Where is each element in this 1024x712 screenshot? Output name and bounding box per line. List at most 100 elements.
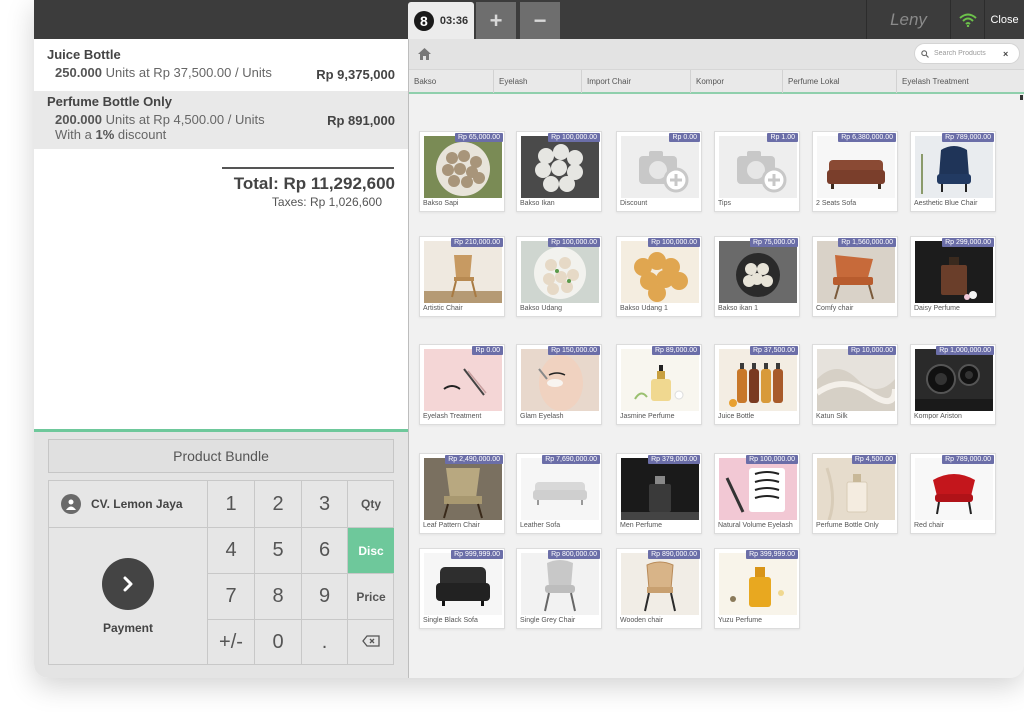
product-card[interactable]: Rp 37,500.00 Juice Bottle [714, 344, 800, 425]
product-card[interactable]: Rp 0.00 Eyelash Treatment [419, 344, 505, 425]
product-image [621, 458, 699, 520]
category-eyelash-treatment[interactable]: Eyelash Treatment [896, 70, 1024, 93]
payment-button[interactable]: Payment [49, 527, 207, 665]
product-card[interactable]: Rp 1,000,000.00 Kompor Ariston [910, 344, 996, 425]
order-line[interactable]: Juice Bottle 250.000 Units at Rp 37,500.… [34, 47, 408, 91]
price-badge: Rp 4,500.00 [851, 455, 896, 464]
product-card[interactable]: Rp 1.00 Tips [714, 131, 800, 212]
product-card[interactable]: Rp 100,000.00 Natural Volume Eyelash [714, 453, 800, 534]
product-card[interactable]: Rp 789,000.00 Aesthetic Blue Chair [910, 131, 996, 212]
product-image [915, 458, 993, 520]
price-button[interactable]: Price [347, 573, 394, 619]
disc-button[interactable]: Disc [347, 527, 394, 573]
product-card[interactable]: Rp 800,000.00 Single Grey Chair [516, 548, 602, 629]
price-badge: Rp 100,000.00 [548, 133, 600, 142]
price-badge: Rp 1,560,000.00 [838, 238, 896, 247]
product-card[interactable]: Rp 7,690,000.00 Leather Sofa [516, 453, 602, 534]
product-card[interactable]: Rp 4,500.00 Perfume Bottle Only [812, 453, 898, 534]
clear-search-icon[interactable]: × [1003, 49, 1008, 59]
category-perfume-lokal[interactable]: Perfume Lokal [782, 70, 896, 93]
backspace-button[interactable] [347, 619, 394, 665]
qty-button[interactable]: Qty [347, 481, 394, 527]
order-line-price: Rp 891,000 [327, 113, 395, 128]
price-badge: Rp 2,490,000.00 [445, 455, 503, 464]
product-image [817, 349, 895, 411]
product-image [817, 458, 895, 520]
product-image [521, 553, 599, 615]
product-card[interactable]: Rp 399,999.00 Yuzu Perfume [714, 548, 800, 629]
remove-order-button[interactable]: − [520, 2, 560, 39]
chevron-right-icon [102, 558, 154, 610]
discount-suffix: discount [114, 127, 167, 142]
product-name: Yuzu Perfume [718, 617, 762, 624]
product-card[interactable]: Rp 999,999.00 Single Black Sofa [419, 548, 505, 629]
product-name: Bakso Udang [520, 305, 563, 312]
order-taxes: Taxes: Rp 1,026,600 [271, 195, 382, 209]
product-card[interactable]: Rp 75,000.00 Bakso ikan 1 [714, 236, 800, 317]
order-number-badge: 8 [413, 10, 434, 31]
numpad-key[interactable]: 6 [301, 527, 347, 573]
product-name: Natural Volume Eyelash [718, 522, 793, 529]
home-icon[interactable] [409, 39, 439, 69]
product-name: Comfy chair [816, 305, 854, 312]
product-card[interactable]: Rp 100,000.00 Bakso Udang 1 [616, 236, 702, 317]
product-name: Single Black Sofa [423, 617, 478, 624]
product-card[interactable]: Rp 789,000.00 Red chair [910, 453, 996, 534]
product-card[interactable]: Rp 890,000.00 Wooden chair [616, 548, 702, 629]
price-badge: Rp 789,000.00 [942, 455, 994, 464]
category-kompor[interactable]: Kompor [690, 70, 782, 93]
order-time: 03:36 [439, 14, 469, 27]
product-card[interactable]: Rp 1,560,000.00 Comfy chair [812, 236, 898, 317]
price-badge: Rp 100,000.00 [548, 238, 600, 247]
order-tab[interactable]: 8 03:36 [408, 2, 474, 39]
customer-button[interactable]: CV. Lemon Jaya [49, 481, 207, 527]
pos-window: 8 03:36 + − Leny Close Juice Bottle 250.… [34, 0, 1024, 678]
order-line-price: Rp 9,375,000 [316, 67, 395, 82]
product-name: Red chair [914, 522, 944, 529]
numpad-key[interactable]: 2 [254, 481, 301, 527]
order-line-selected[interactable]: Perfume Bottle Only 200.000 Units at Rp … [34, 91, 408, 149]
numpad: CV. Lemon Jaya Payment 1 2 3 Qty 4 5 6 Disc 7 8 9 P… [48, 480, 394, 665]
product-card[interactable]: Rp 100,000.00 Bakso Ikan [516, 131, 602, 212]
product-card[interactable]: Rp 299,000.00 Daisy Perfume [910, 236, 996, 317]
product-card[interactable]: Rp 379,000.00 Men Perfume [616, 453, 702, 534]
category-eyelash[interactable]: Eyelash [493, 70, 581, 93]
numpad-key[interactable]: 5 [254, 527, 301, 573]
user-icon [61, 494, 81, 514]
product-name: Leather Sofa [520, 522, 561, 529]
product-card[interactable]: Rp 89,000.00 Jasmine Perfume [616, 344, 702, 425]
numpad-key[interactable]: 7 [207, 573, 254, 619]
product-card[interactable]: Rp 100,000.00 Bakso Udang [516, 236, 602, 317]
price-badge: Rp 100,000.00 [648, 238, 700, 247]
price-badge: Rp 6,380,000.00 [838, 133, 896, 142]
product-card[interactable]: Rp 65,000.00 Bakso Sapi [419, 131, 505, 212]
numpad-key[interactable]: +/- [207, 619, 254, 665]
numpad-key[interactable]: 3 [301, 481, 347, 527]
payment-label: Payment [102, 621, 154, 635]
product-card[interactable]: Rp 6,380,000.00 2 Seats Sofa [812, 131, 898, 212]
numpad-key[interactable]: . [301, 619, 347, 665]
product-card[interactable]: Rp 210,000.00 Artistic Chair [419, 236, 505, 317]
product-card[interactable]: Rp 150,000.00 Glam Eyelash [516, 344, 602, 425]
numpad-key[interactable]: 8 [254, 573, 301, 619]
category-import-chair[interactable]: Import Chair [581, 70, 690, 93]
product-card[interactable]: Rp 2,490,000.00 Leaf Pattern Chair [419, 453, 505, 534]
cashier-name[interactable]: Leny [866, 0, 950, 39]
search-input[interactable] [934, 50, 998, 57]
numpad-key[interactable]: 1 [207, 481, 254, 527]
product-bundle-button[interactable]: Product Bundle [48, 439, 394, 473]
add-order-button[interactable]: + [476, 2, 516, 39]
product-card[interactable]: Rp 0.00 Discount [616, 131, 702, 212]
category-bakso[interactable]: Bakso [409, 70, 493, 93]
search-box[interactable]: × [914, 43, 1020, 64]
numpad-key[interactable]: 0 [254, 619, 301, 665]
close-button[interactable]: Close [984, 0, 1024, 39]
numpad-key[interactable]: 4 [207, 527, 254, 573]
product-image [521, 241, 599, 303]
numpad-key[interactable]: 9 [301, 573, 347, 619]
product-card[interactable]: Rp 10,000.00 Katun Silk [812, 344, 898, 425]
price-badge: Rp 299,000.00 [942, 238, 994, 247]
product-image [621, 349, 699, 411]
price-badge: Rp 37,500.00 [749, 346, 798, 355]
product-image [621, 553, 699, 615]
